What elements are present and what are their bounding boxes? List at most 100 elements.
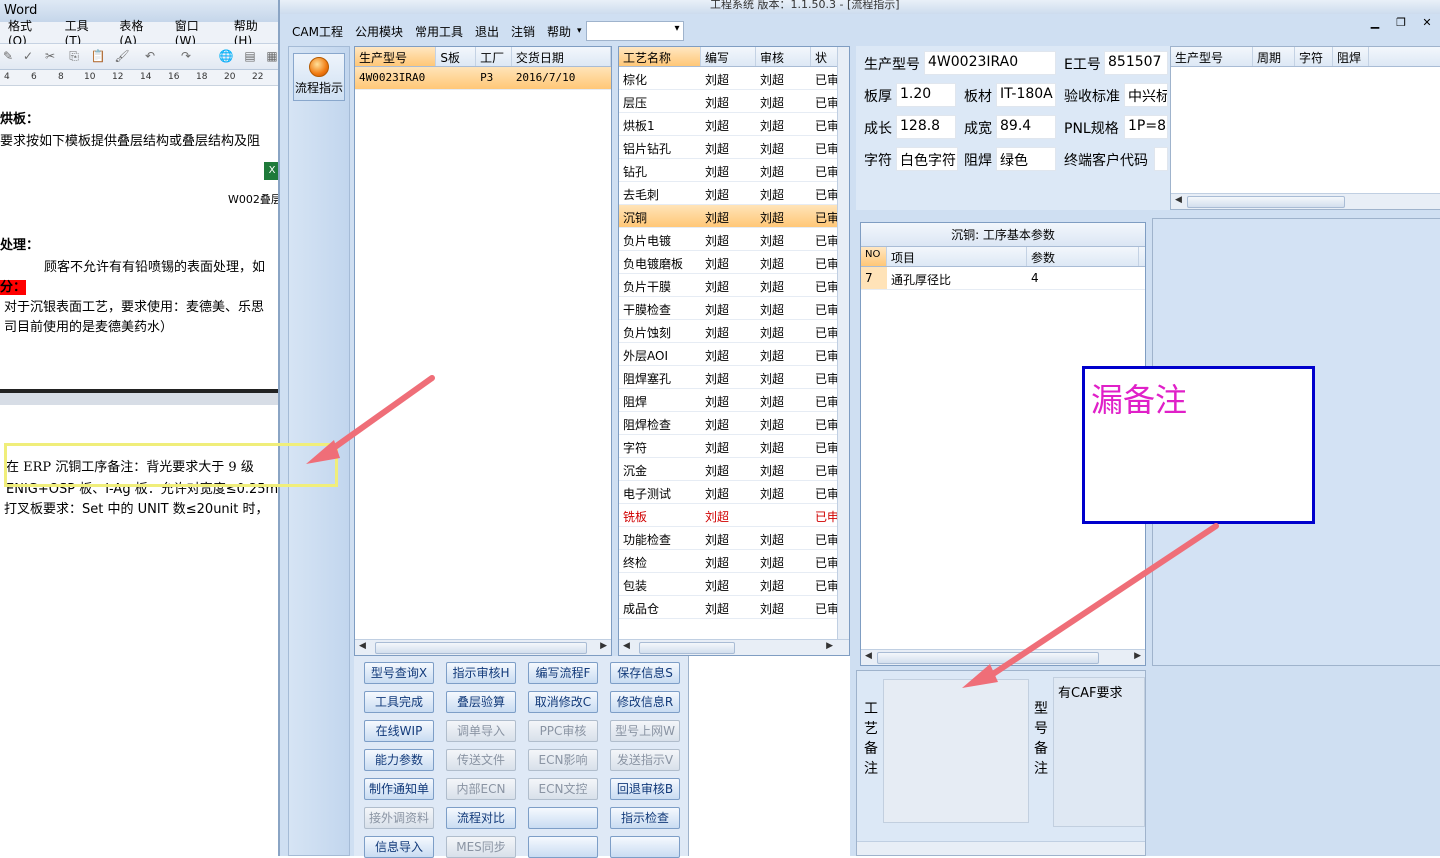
- restore-icon[interactable]: ❐: [1388, 14, 1414, 32]
- col-header[interactable]: 生产型号: [355, 47, 437, 66]
- action-button[interactable]: 指示检查: [610, 807, 680, 829]
- scroll-thumb[interactable]: [639, 642, 735, 654]
- action-button[interactable]: 叠层验算: [446, 691, 516, 713]
- col-header[interactable]: 审核: [756, 47, 811, 66]
- action-button[interactable]: 取消修改C: [528, 691, 598, 713]
- col-header[interactable]: S板: [436, 47, 477, 66]
- horizontal-scrollbar[interactable]: ◀ ▶: [355, 639, 611, 655]
- cut-icon[interactable]: ✂: [42, 49, 58, 65]
- std-field[interactable]: 中兴标: [1124, 83, 1168, 107]
- menu-help[interactable]: 帮助: [541, 23, 577, 40]
- col-header[interactable]: 状: [811, 47, 839, 66]
- char-field[interactable]: 白色字符: [896, 147, 958, 171]
- action-button[interactable]: 在线WIP: [364, 720, 434, 742]
- thick-field[interactable]: 1.20: [896, 83, 956, 107]
- action-button[interactable]: PPC审核: [528, 720, 598, 742]
- redo-icon[interactable]: ↷: [178, 49, 194, 65]
- action-button[interactable]: 保存信息S: [610, 662, 680, 684]
- table-row[interactable]: 钻孔 刘超 刘超 已审: [619, 159, 849, 182]
- table-row[interactable]: 字符 刘超 刘超 已审: [619, 435, 849, 458]
- horizontal-scrollbar[interactable]: [857, 841, 1145, 855]
- horizontal-scrollbar[interactable]: ◀ ▶: [861, 649, 1145, 665]
- action-button[interactable]: 发送指示V: [610, 749, 680, 771]
- prod-field[interactable]: 4W0023IRA0: [924, 51, 1056, 75]
- arrow-left-icon[interactable]: ◀: [623, 641, 630, 651]
- arrow-left-icon[interactable]: ◀: [359, 641, 366, 651]
- table-row[interactable]: 烘板1 刘超 刘超 已审: [619, 113, 849, 136]
- table-row[interactable]: 去毛刺 刘超 刘超 已审: [619, 182, 849, 205]
- undo-icon[interactable]: ↶: [142, 49, 158, 65]
- table-icon[interactable]: ▤: [242, 49, 258, 65]
- action-button[interactable]: 回退审核B: [610, 778, 680, 800]
- action-button[interactable]: 修改信息R: [610, 691, 680, 713]
- table-row[interactable]: 负片干膜 刘超 刘超 已审: [619, 274, 849, 297]
- table-row[interactable]: 负电镀磨板 刘超 刘超 已审: [619, 251, 849, 274]
- table-row[interactable]: 铝片钻孔 刘超 刘超 已审: [619, 136, 849, 159]
- copy-icon[interactable]: ⎘: [66, 49, 82, 65]
- pnl-field[interactable]: 1P=8S: [1124, 115, 1168, 139]
- arrow-right-icon[interactable]: ▶: [826, 641, 833, 651]
- action-button[interactable]: 型号上网W: [610, 720, 680, 742]
- menu-cam[interactable]: CAM工程: [286, 23, 349, 40]
- action-button[interactable]: ECN影响: [528, 749, 598, 771]
- action-button[interactable]: 传送文件: [446, 749, 516, 771]
- len-field[interactable]: 128.8: [896, 115, 956, 139]
- table-row[interactable]: 成品仓 刘超 刘超 已审: [619, 596, 849, 619]
- table-row[interactable]: 沉铜 刘超 刘超 已审: [619, 205, 849, 228]
- action-button[interactable]: 工具完成: [364, 691, 434, 713]
- paste-icon[interactable]: 📋: [90, 49, 106, 65]
- table-row[interactable]: 终检 刘超 刘超 已审: [619, 550, 849, 573]
- table-row[interactable]: 层压 刘超 刘超 已审: [619, 90, 849, 113]
- scroll-thumb[interactable]: [375, 642, 587, 654]
- arrow-right-icon[interactable]: ▶: [600, 641, 607, 651]
- mask-field[interactable]: 绿色: [996, 147, 1056, 171]
- process-note-field[interactable]: [883, 679, 1029, 823]
- table-row[interactable]: 7 通孔厚径比 4: [861, 267, 1145, 290]
- menu-common-module[interactable]: 公用模块: [349, 23, 409, 40]
- vertical-scrollbar[interactable]: [837, 47, 849, 639]
- horizontal-scrollbar[interactable]: ◀ ▶: [619, 639, 849, 655]
- table-row[interactable]: 功能检查 刘超 刘超 已审: [619, 527, 849, 550]
- col-header[interactable]: 工艺名称: [619, 47, 701, 66]
- format-icon[interactable]: ✎: [0, 49, 16, 65]
- table-row[interactable]: 负片电镀 刘超 刘超 已审: [619, 228, 849, 251]
- wid-field[interactable]: 89.4: [996, 115, 1056, 139]
- table-row[interactable]: 阻焊 刘超 刘超 已审: [619, 389, 849, 412]
- table-row[interactable]: 阻焊塞孔 刘超 刘超 已审: [619, 366, 849, 389]
- col-header[interactable]: 项目: [887, 247, 1027, 266]
- action-button[interactable]: 流程对比: [446, 807, 516, 829]
- close-icon[interactable]: ✕: [1414, 14, 1440, 32]
- action-button[interactable]: 接外调资料: [364, 807, 434, 829]
- scroll-thumb[interactable]: [1187, 196, 1345, 208]
- table-row[interactable]: 沉金 刘超 刘超 已审: [619, 458, 849, 481]
- col-header[interactable]: 字符: [1295, 47, 1333, 66]
- action-button[interactable]: 内部ECN: [446, 778, 516, 800]
- table-row[interactable]: 负片蚀刻 刘超 刘超 已审: [619, 320, 849, 343]
- table-row[interactable]: 铣板 刘超 已申: [619, 504, 849, 527]
- action-button[interactable]: [610, 836, 680, 858]
- action-button[interactable]: 制作通知单: [364, 778, 434, 800]
- spell-icon[interactable]: ✓: [20, 49, 36, 65]
- model-note-field[interactable]: 有CAF要求: [1053, 677, 1145, 827]
- table-row[interactable]: 外层AOI 刘超 刘超 已审: [619, 343, 849, 366]
- action-button[interactable]: [528, 836, 598, 858]
- material-field[interactable]: IT-180A: [996, 83, 1056, 107]
- arrow-left-icon[interactable]: ◀: [865, 651, 872, 661]
- menu-exit[interactable]: 退出: [469, 23, 505, 40]
- brush-icon[interactable]: 🖌: [114, 49, 130, 65]
- chevron-down-icon[interactable]: ▾: [577, 26, 582, 36]
- table-row[interactable]: 4W0023IRA0 P3 2016/7/10: [355, 67, 611, 90]
- col-header[interactable]: 周期: [1253, 47, 1295, 66]
- action-button[interactable]: 编写流程F: [528, 662, 598, 684]
- action-button[interactable]: 指示审核H: [446, 662, 516, 684]
- col-header[interactable]: NO: [861, 247, 887, 266]
- table-row[interactable]: 阻焊检查 刘超 刘超 已审: [619, 412, 849, 435]
- col-header[interactable]: 生产型号: [1171, 47, 1253, 66]
- table-row[interactable]: 棕化 刘超 刘超 已审: [619, 67, 849, 90]
- action-button[interactable]: MES同步: [446, 836, 516, 858]
- table-row[interactable]: 包装 刘超 刘超 已审: [619, 573, 849, 596]
- menu-logout[interactable]: 注销: [505, 23, 541, 40]
- scroll-thumb[interactable]: [877, 652, 1099, 664]
- col-header[interactable]: 编写: [701, 47, 756, 66]
- table-row[interactable]: 干膜检查 刘超 刘超 已审: [619, 297, 849, 320]
